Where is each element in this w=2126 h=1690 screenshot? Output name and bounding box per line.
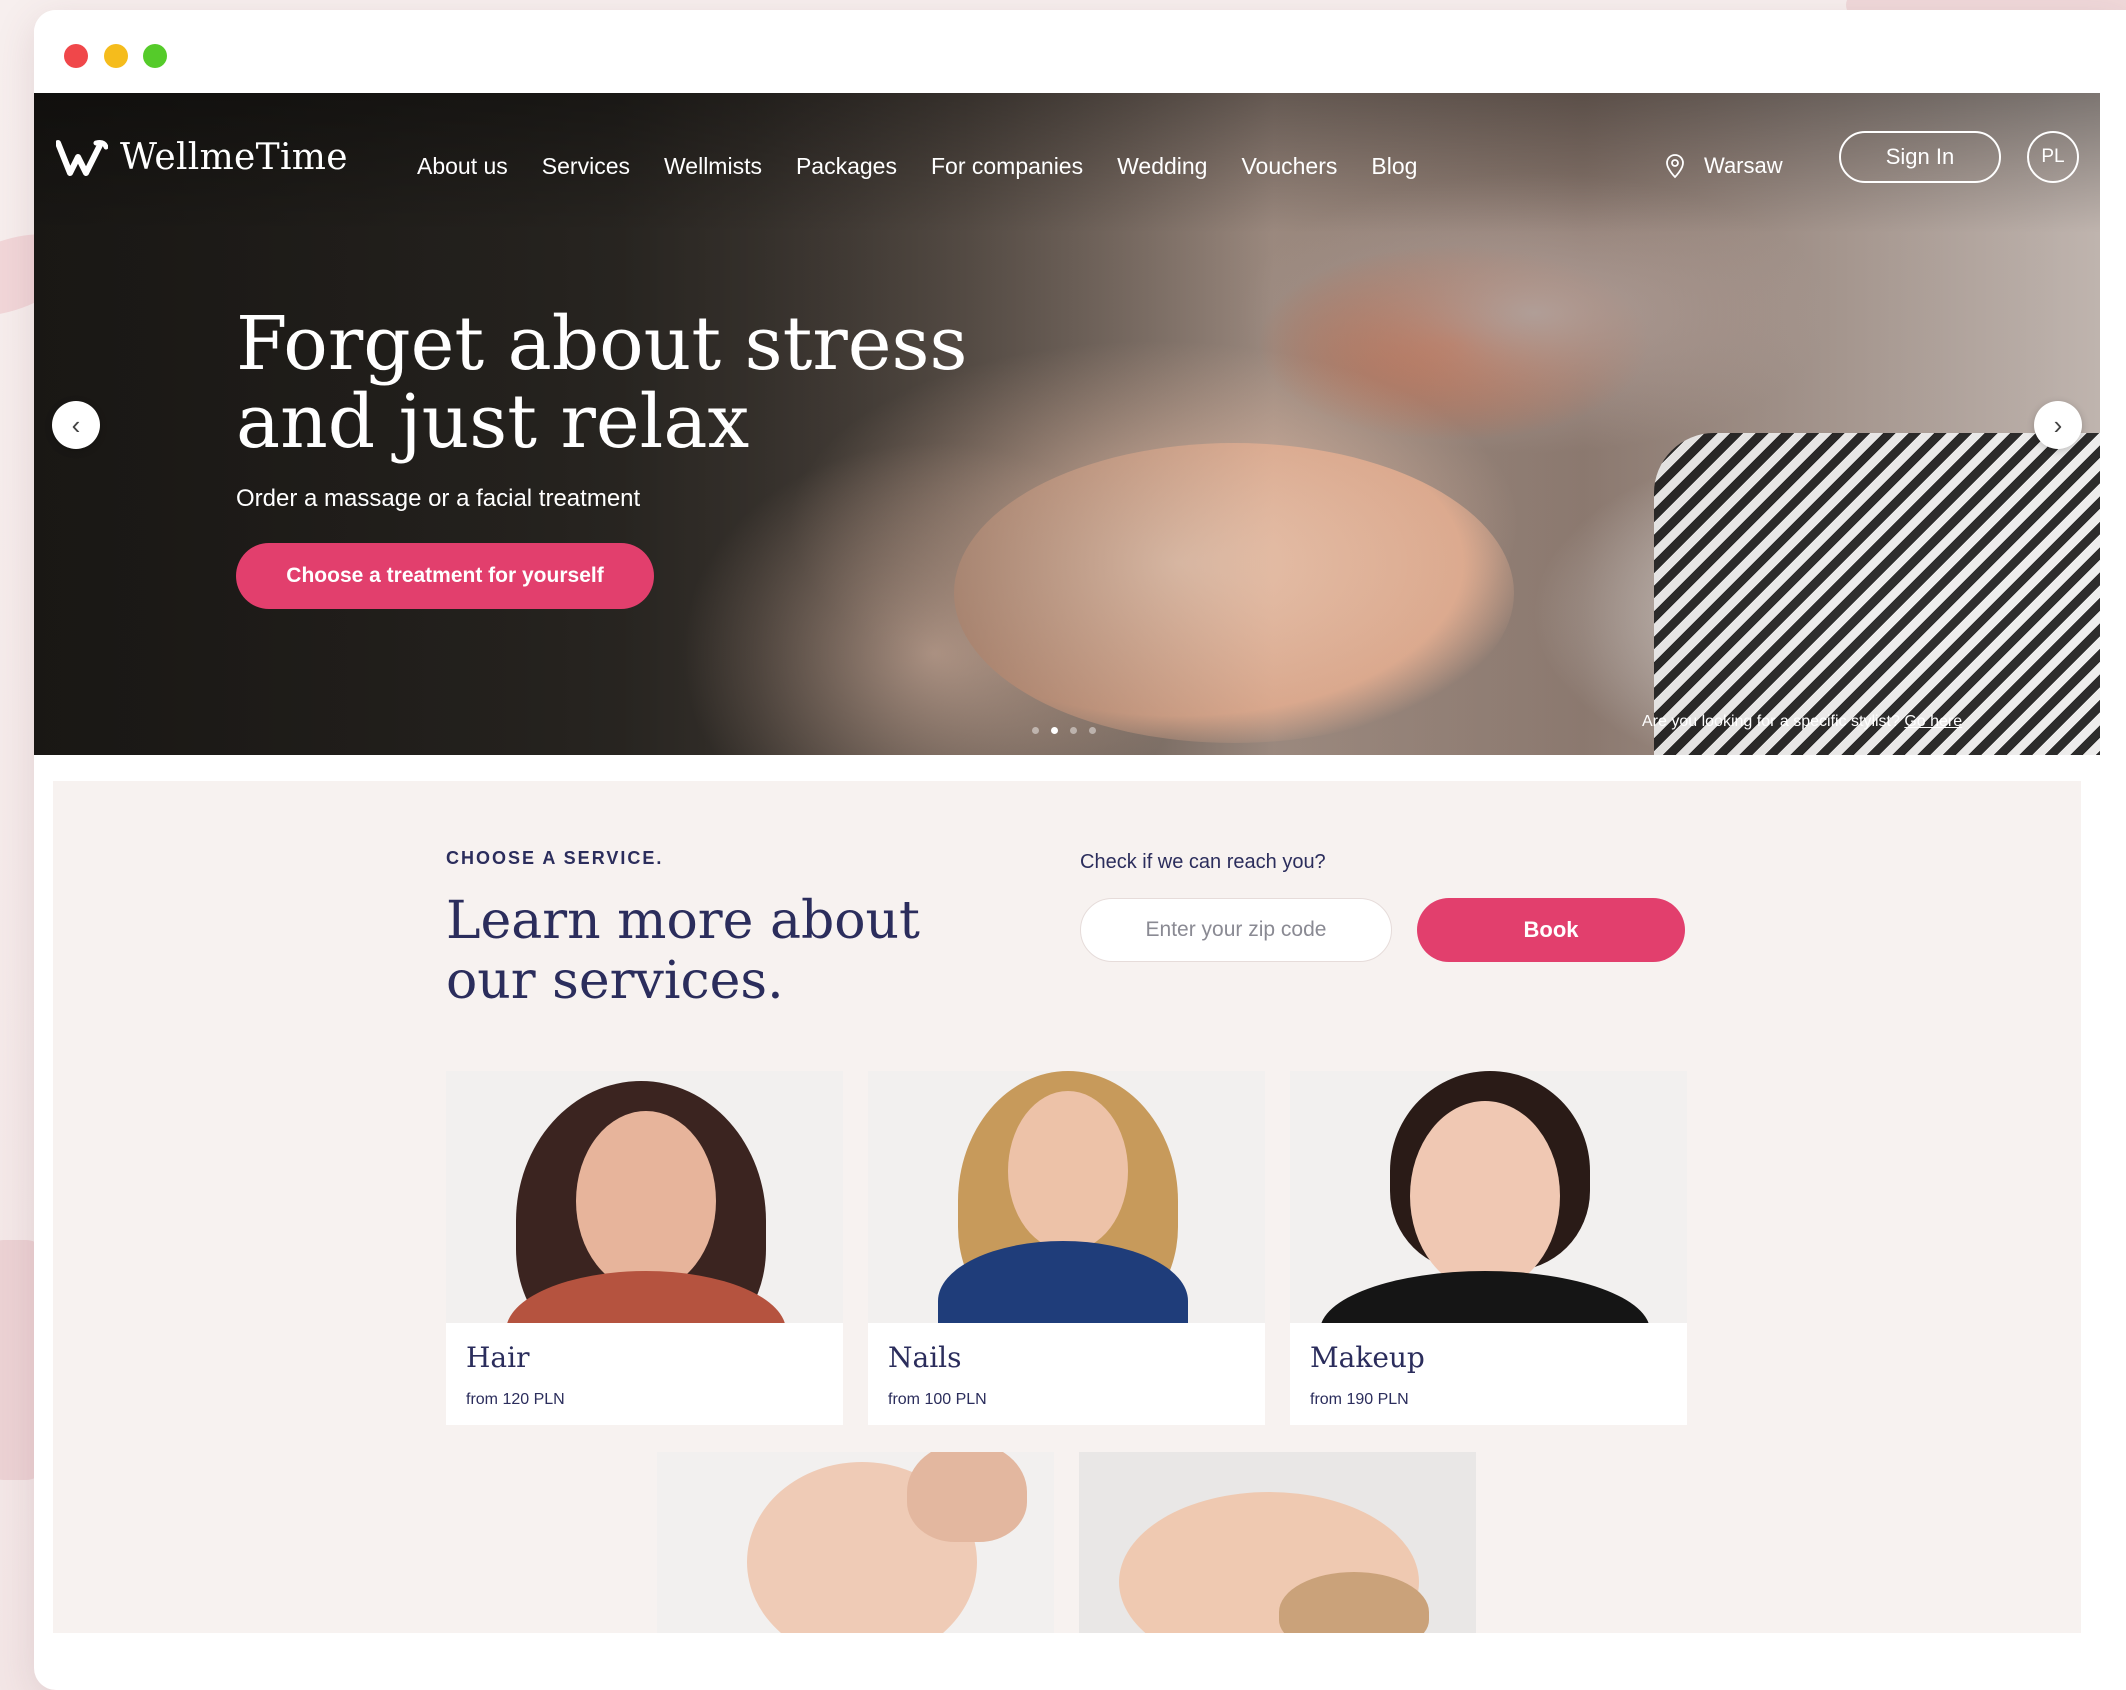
hero-subtitle: Order a massage or a facial treatment [236, 485, 641, 512]
location-label: Warsaw [1704, 153, 1783, 178]
carousel-dot-active[interactable] [1051, 727, 1058, 734]
service-photo-hair [446, 1071, 843, 1323]
book-button[interactable]: Book [1417, 898, 1685, 962]
service-name: Hair [466, 1341, 530, 1374]
zip-label: Check if we can reach you? [1080, 851, 1326, 873]
carousel-indicators [1032, 727, 1096, 734]
service-photo-facial [657, 1452, 1054, 1633]
service-photo-nails [868, 1071, 1265, 1323]
wellmetime-logo-icon [56, 139, 108, 176]
hero-title: Forget about stress and just relax [236, 301, 968, 465]
service-card-nails[interactable]: Nails from 100 PLN [868, 1071, 1265, 1425]
service-photo-massage [1079, 1452, 1476, 1633]
close-window-button[interactable] [64, 44, 88, 68]
nav-blog[interactable]: Blog [1371, 153, 1417, 180]
carousel-dot[interactable] [1089, 727, 1096, 734]
service-name: Nails [888, 1341, 962, 1374]
stylist-go-here-link[interactable]: Go here [1904, 713, 1962, 730]
nav-links: About us Services Wellmists Packages For… [417, 153, 1451, 180]
nav-vouchers[interactable]: Vouchers [1241, 153, 1337, 180]
chevron-left-icon: ‹ [71, 409, 81, 440]
brand-logo[interactable]: WellmeTime [56, 137, 348, 178]
nav-packages[interactable]: Packages [796, 153, 897, 180]
service-card-hair[interactable]: Hair from 120 PLN [446, 1071, 843, 1425]
service-card-massage[interactable] [1079, 1452, 1476, 1633]
hero-carousel: WellmeTime About us Services Wellmists P… [34, 93, 2100, 755]
nav-about-us[interactable]: About us [417, 153, 508, 180]
nav-wedding[interactable]: Wedding [1117, 153, 1207, 180]
map-pin-icon [1666, 154, 1684, 179]
nav-services[interactable]: Services [542, 153, 630, 180]
carousel-dot[interactable] [1070, 727, 1077, 734]
service-price: from 120 PLN [466, 1391, 565, 1408]
nav-for-companies[interactable]: For companies [931, 153, 1083, 180]
language-switch[interactable]: PL [2027, 131, 2079, 183]
browser-window: WellmeTime About us Services Wellmists P… [34, 10, 2126, 1690]
service-card-facial[interactable] [657, 1452, 1054, 1633]
service-name: Makeup [1310, 1341, 1425, 1374]
maximize-window-button[interactable] [143, 44, 167, 68]
stylist-prompt-text: Are you looking for a specific stylist? [1642, 713, 1900, 730]
sign-in-button[interactable]: Sign In [1839, 131, 2001, 183]
service-price: from 100 PLN [888, 1391, 987, 1408]
stylist-prompt: Are you looking for a specific stylist? … [1642, 713, 1962, 731]
services-section: CHOOSE A SERVICE. Learn more about our s… [53, 781, 2081, 1633]
service-price: from 190 PLN [1310, 1391, 1409, 1408]
minimize-window-button[interactable] [104, 44, 128, 68]
zip-code-input[interactable] [1080, 898, 1392, 962]
service-photo-makeup [1290, 1071, 1687, 1323]
location-selector[interactable]: Warsaw [1664, 153, 1783, 179]
carousel-dot[interactable] [1032, 727, 1039, 734]
main-navigation: WellmeTime About us Services Wellmists P… [34, 93, 2100, 223]
brand-name: WellmeTime [120, 137, 348, 178]
nav-wellmists[interactable]: Wellmists [664, 153, 762, 180]
carousel-next-button[interactable]: › [2034, 401, 2082, 449]
chevron-right-icon: › [2053, 409, 2063, 440]
choose-treatment-button[interactable]: Choose a treatment for yourself [236, 543, 654, 609]
carousel-prev-button[interactable]: ‹ [52, 401, 100, 449]
service-card-makeup[interactable]: Makeup from 190 PLN [1290, 1071, 1687, 1425]
section-eyebrow: CHOOSE A SERVICE. [446, 848, 664, 868]
section-title: Learn more about our services. [446, 891, 920, 1011]
window-titlebar [34, 10, 2126, 93]
